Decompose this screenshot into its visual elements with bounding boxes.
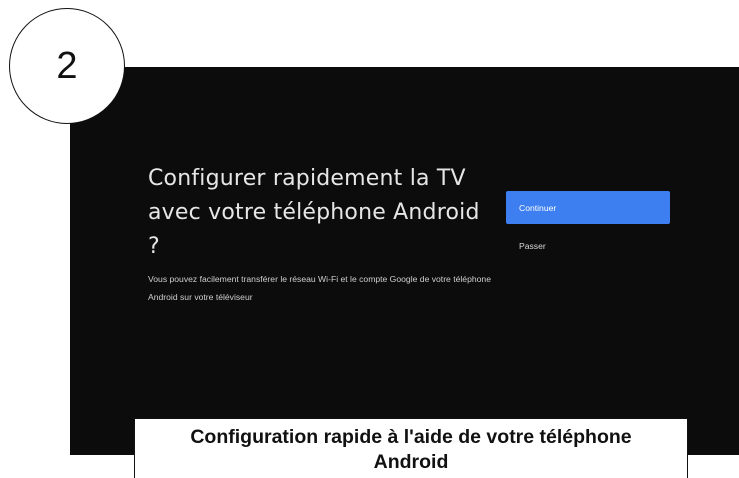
step-number-badge: 2 [9,8,125,124]
setup-title: Configurer rapidement la TV avec votre t… [148,166,480,259]
skip-button-label: Passer [519,241,546,251]
instruction-page: Configurer rapidement la TV avec votre t… [0,0,739,478]
caption-box: Configuration rapide à l'aide de votre t… [134,418,688,478]
caption-text: Configuration rapide à l'aide de votre t… [190,426,632,473]
tv-screen: Configurer rapidement la TV avec votre t… [70,67,739,455]
continue-button-label: Continuer [519,202,557,213]
continue-button[interactable]: Continuer [506,191,670,224]
step-number: 2 [56,45,78,87]
skip-button[interactable]: Passer [506,235,670,257]
setup-description: Vous pouvez facilement transférer le rés… [148,274,491,302]
